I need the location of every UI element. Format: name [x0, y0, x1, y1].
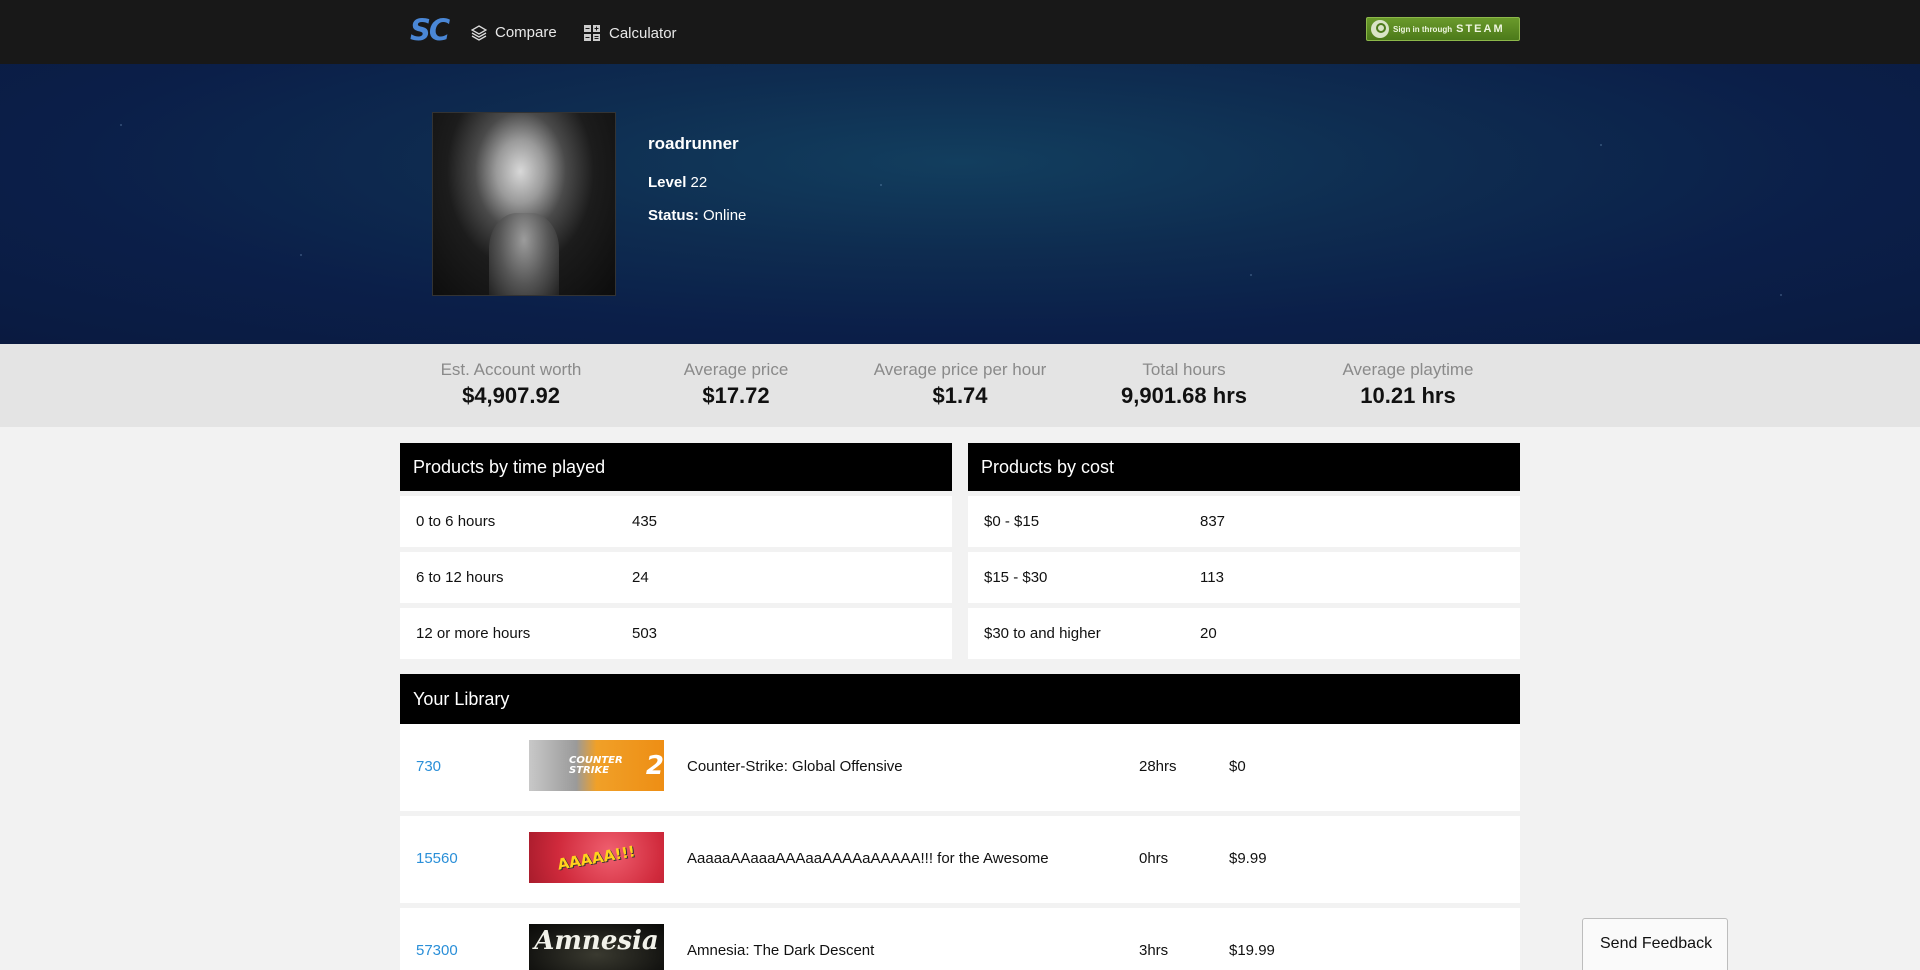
- stat-average-price: Average price $17.72: [641, 360, 831, 409]
- stat-label: Total hours: [1142, 360, 1226, 379]
- row-label: 0 to 6 hours: [416, 513, 496, 530]
- game-price: $9.99: [1229, 850, 1267, 867]
- profile-name: roadrunner: [648, 134, 739, 153]
- profile-hero: roadrunner Level 22 Status: Online: [0, 64, 1920, 344]
- layers-icon: [471, 24, 487, 41]
- row-value: 837: [1200, 513, 1226, 530]
- row-value: 503: [632, 625, 658, 642]
- stats-bar: Est. Account worth $4,907.92 Average pri…: [0, 344, 1920, 427]
- game-price: $19.99: [1229, 942, 1275, 959]
- profile-status: Status: Online: [648, 207, 746, 224]
- app-id-link[interactable]: 15560: [416, 850, 458, 867]
- thumbnail-number: 2: [645, 750, 664, 781]
- profile-level: Level 22: [648, 174, 746, 191]
- row-label: $0 - $15: [984, 513, 1040, 530]
- stat-value: $1.74: [932, 383, 988, 408]
- time-played-panel: Products by time played 0 to 6 hours 435…: [400, 443, 952, 659]
- stat-value: $17.72: [702, 383, 770, 408]
- stat-label: Average price: [683, 360, 789, 379]
- cost-panel: Products by cost $0 - $15 837 $15 - $30 …: [968, 443, 1520, 659]
- stat-value: $4,907.92: [462, 383, 560, 408]
- steam-signin-button[interactable]: Sign in through STEAM: [1366, 17, 1520, 41]
- navbar-inner: SC Compare Calculator Sign in through ST…: [400, 0, 1520, 64]
- cost-row: $0 - $15 837: [968, 496, 1520, 547]
- calculator-icon: [584, 25, 600, 41]
- top-navbar: SC Compare Calculator Sign in through ST…: [0, 0, 1920, 64]
- steam-signin-text: Sign in through: [1393, 24, 1453, 34]
- stat-label: Average price per hour: [873, 360, 1047, 379]
- avatar: [432, 112, 616, 296]
- profile-info: roadrunner Level 22 Status: Online: [648, 134, 746, 240]
- avatar-figure: [489, 213, 559, 295]
- time-row: 12 or more hours 503: [400, 608, 952, 659]
- stat-price-per-hour: Average price per hour $1.74: [865, 360, 1055, 409]
- app-id-link[interactable]: 57300: [416, 942, 458, 959]
- stat-label: Est. Account worth: [440, 360, 582, 379]
- game-hours: 28hrs: [1139, 758, 1177, 775]
- game-title: Amnesia: The Dark Descent: [687, 942, 875, 959]
- cost-row: $30 to and higher 20: [968, 608, 1520, 659]
- library-row: 57300 Amnesia Amnesia: The Dark Descent …: [400, 908, 1520, 970]
- app-id-link[interactable]: 730: [416, 758, 441, 775]
- status-label: Status:: [648, 207, 699, 224]
- level-label: Level: [648, 174, 687, 191]
- row-label: $15 - $30: [984, 569, 1048, 586]
- thumbnail-text: Amnesia: [534, 926, 659, 956]
- row-value: 24: [632, 569, 649, 586]
- panel-title: Products by time played: [400, 443, 952, 491]
- game-price: $0: [1229, 758, 1246, 775]
- steam-icon: [1371, 20, 1389, 38]
- library-row: 15560 AAAAA!!! AaaaaAAaaaAAAaaAAAAaAAAAA…: [400, 816, 1520, 903]
- send-feedback-button[interactable]: Send Feedback: [1582, 918, 1728, 970]
- nav-calculator-link[interactable]: Calculator: [583, 24, 677, 42]
- brand-logo[interactable]: SC: [410, 13, 450, 47]
- row-value: 20: [1200, 625, 1217, 642]
- library-row: 730 COUNTER STRIKE 2 Counter-Strike: Glo…: [400, 724, 1520, 811]
- game-thumbnail: Amnesia: [529, 924, 664, 970]
- stat-account-worth: Est. Account worth $4,907.92: [416, 360, 606, 409]
- game-thumbnail: AAAAA!!!: [529, 832, 664, 883]
- nav-calculator-label: Calculator: [609, 24, 677, 42]
- time-row: 6 to 12 hours 24: [400, 552, 952, 603]
- thumbnail-text: AAAAA!!!: [556, 841, 637, 874]
- stat-total-hours: Total hours 9,901.68 hrs: [1089, 360, 1279, 409]
- nav-compare-link[interactable]: Compare: [471, 24, 557, 41]
- row-value: 113: [1200, 569, 1224, 586]
- time-row: 0 to 6 hours 435: [400, 496, 952, 547]
- library-panel: Your Library 730 COUNTER STRIKE 2 Counte…: [400, 674, 1520, 970]
- stat-value: 10.21 hrs: [1360, 383, 1456, 408]
- steam-word: STEAM: [1456, 23, 1505, 35]
- status-value: Online: [703, 207, 747, 224]
- row-label: 12 or more hours: [416, 625, 531, 642]
- game-title: Counter-Strike: Global Offensive: [687, 758, 903, 775]
- stat-value: 9,901.68 hrs: [1121, 383, 1247, 408]
- thumbnail-text: COUNTER STRIKE: [569, 754, 623, 776]
- stat-average-playtime: Average playtime 10.21 hrs: [1313, 360, 1503, 409]
- library-title: Your Library: [400, 674, 1520, 724]
- game-hours: 0hrs: [1139, 850, 1169, 867]
- game-hours: 3hrs: [1139, 942, 1169, 959]
- nav-compare-label: Compare: [495, 24, 557, 41]
- stat-label: Average playtime: [1342, 360, 1474, 379]
- game-title: AaaaaAAaaaAAAaaAAAAaAAAAA!!! for the Awe…: [687, 850, 1049, 867]
- cost-row: $15 - $30 113: [968, 552, 1520, 603]
- row-label: 6 to 12 hours: [416, 569, 504, 586]
- row-label: $30 to and higher: [984, 625, 1101, 642]
- game-thumbnail: COUNTER STRIKE 2: [529, 740, 664, 791]
- level-value: 22: [690, 174, 708, 191]
- row-value: 435: [632, 513, 658, 530]
- panel-title: Products by cost: [968, 443, 1520, 491]
